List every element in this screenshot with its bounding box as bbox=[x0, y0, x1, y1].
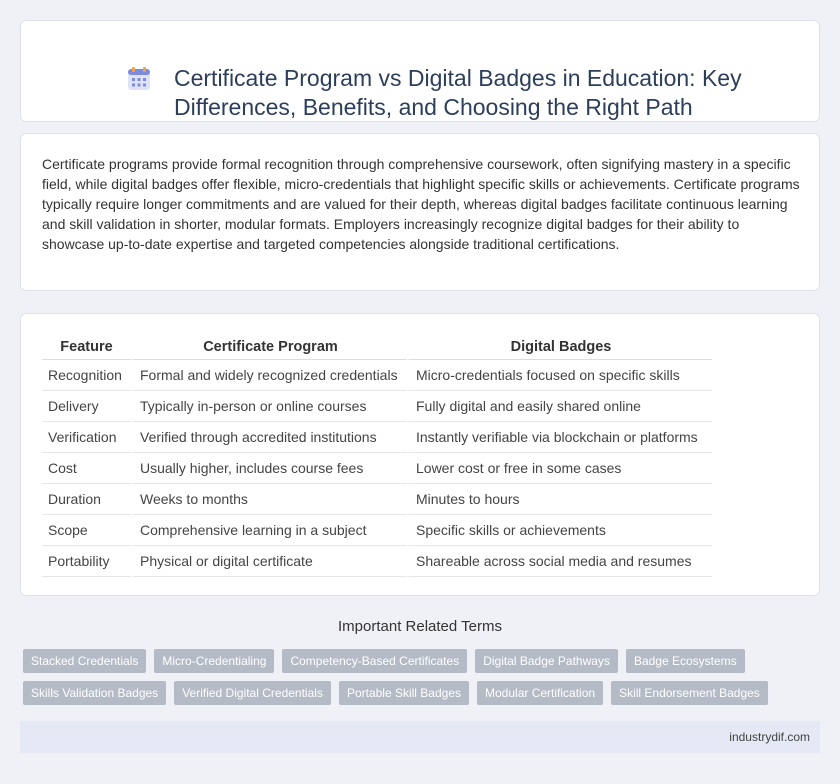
table-row: Delivery Typically in-person or online c… bbox=[42, 391, 712, 422]
tag-skills-validation-badges[interactable]: Skills Validation Badges bbox=[23, 681, 167, 705]
table-row: Cost Usually higher, includes course fee… bbox=[42, 453, 712, 484]
tag-stacked-credentials[interactable]: Stacked Credentials bbox=[23, 649, 147, 673]
cell-badges: Micro-credentials focused on specific sk… bbox=[407, 360, 712, 391]
header-badges: Digital Badges bbox=[407, 334, 712, 360]
tag-micro-credentialing[interactable]: Micro-Credentialing bbox=[154, 649, 275, 673]
tag-modular-certification[interactable]: Modular Certification bbox=[477, 681, 604, 705]
tag-portable-skill-badges[interactable]: Portable Skill Badges bbox=[338, 681, 470, 705]
tag-row: Skills Validation Badges Verified Digita… bbox=[23, 681, 823, 713]
footer-site-link[interactable]: industrydif.com bbox=[729, 730, 810, 744]
table-row: Recognition Formal and widely recognized… bbox=[42, 360, 712, 391]
table-header-row: Feature Certificate Program Digital Badg… bbox=[42, 334, 712, 360]
comparison-table: Feature Certificate Program Digital Badg… bbox=[42, 334, 712, 577]
cell-certificate: Typically in-person or online courses bbox=[131, 391, 407, 422]
cell-certificate: Comprehensive learning in a subject bbox=[131, 515, 407, 546]
calendar-icon bbox=[128, 67, 150, 90]
cell-feature: Delivery bbox=[42, 391, 131, 422]
header-certificate: Certificate Program bbox=[131, 334, 407, 360]
table-row: Verification Verified through accredited… bbox=[42, 422, 712, 453]
cell-badges: Specific skills or achievements bbox=[407, 515, 712, 546]
table-row: Portability Physical or digital certific… bbox=[42, 546, 712, 577]
cell-badges: Lower cost or free in some cases bbox=[407, 453, 712, 484]
cell-feature: Verification bbox=[42, 422, 131, 453]
cell-feature: Cost bbox=[42, 453, 131, 484]
related-terms-heading: Important Related Terms bbox=[338, 618, 502, 635]
tag-badge-ecosystems[interactable]: Badge Ecosystems bbox=[625, 649, 745, 673]
tag-verified-digital-credentials[interactable]: Verified Digital Credentials bbox=[174, 681, 331, 705]
tag-row: Stacked Credentials Micro-Credentialing … bbox=[23, 649, 823, 681]
cell-feature: Recognition bbox=[42, 360, 131, 391]
table-row: Scope Comprehensive learning in a subjec… bbox=[42, 515, 712, 546]
cell-certificate: Verified through accredited institutions bbox=[131, 422, 407, 453]
intro-paragraph: Certificate programs provide formal reco… bbox=[42, 156, 800, 252]
tag-competency-based-certificates[interactable]: Competency-Based Certificates bbox=[282, 649, 468, 673]
page-title: Certificate Program vs Digital Badges in… bbox=[174, 65, 742, 120]
cell-certificate: Usually higher, includes course fees bbox=[131, 453, 407, 484]
cell-feature: Duration bbox=[42, 484, 131, 515]
intro-card: Certificate programs provide formal reco… bbox=[20, 133, 820, 291]
cell-certificate: Weeks to months bbox=[131, 484, 407, 515]
tag-skill-endorsement-badges[interactable]: Skill Endorsement Badges bbox=[611, 681, 768, 705]
cell-certificate: Formal and widely recognized credentials bbox=[131, 360, 407, 391]
cell-badges: Instantly verifiable via blockchain or p… bbox=[407, 422, 712, 453]
header-feature: Feature bbox=[42, 334, 131, 360]
tag-digital-badge-pathways[interactable]: Digital Badge Pathways bbox=[475, 649, 618, 673]
cell-feature: Portability bbox=[42, 546, 131, 577]
cell-certificate: Physical or digital certificate bbox=[131, 546, 407, 577]
cell-badges: Shareable across social media and resume… bbox=[407, 546, 712, 577]
cell-badges: Minutes to hours bbox=[407, 484, 712, 515]
comparison-card: Feature Certificate Program Digital Badg… bbox=[20, 313, 820, 596]
header-card: Certificate Program vs Digital Badges in… bbox=[20, 20, 820, 122]
table-row: Duration Weeks to months Minutes to hour… bbox=[42, 484, 712, 515]
footer: industrydif.com bbox=[20, 721, 820, 753]
cell-badges: Fully digital and easily shared online bbox=[407, 391, 712, 422]
cell-feature: Scope bbox=[42, 515, 131, 546]
related-terms-tags: Stacked Credentials Micro-Credentialing … bbox=[23, 649, 823, 713]
